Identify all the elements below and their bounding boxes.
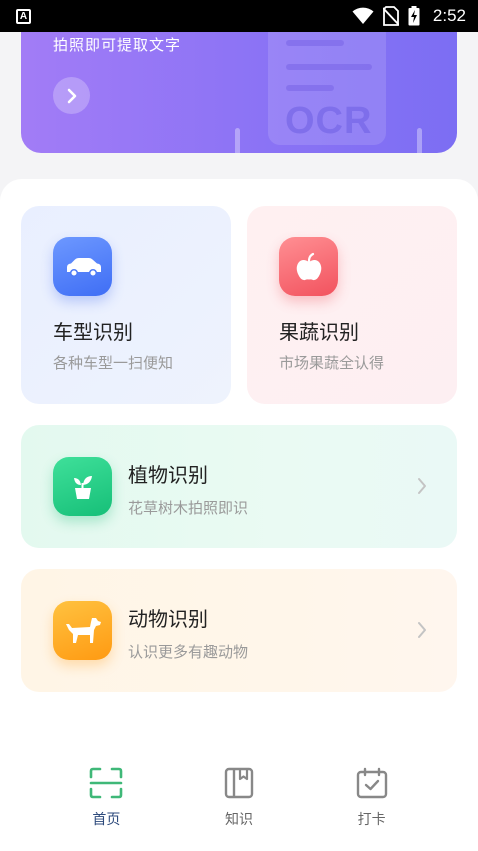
nav-item-home[interactable]: 首页 bbox=[66, 755, 146, 851]
plant-card-title: 植物识别 bbox=[128, 463, 208, 487]
car-icon-box bbox=[53, 237, 112, 296]
plant-card-desc: 花草树木拍照即识 bbox=[128, 499, 249, 517]
nav-item-knowledge[interactable]: 知识 bbox=[199, 755, 279, 851]
status-time: 2:52 bbox=[432, 6, 466, 25]
nav-label-knowledge: 知识 bbox=[224, 812, 253, 828]
no-sim-icon bbox=[382, 6, 399, 26]
battery-charging-icon bbox=[408, 6, 420, 26]
plant-icon-box bbox=[53, 457, 112, 516]
status-bar: A 2:52 bbox=[0, 0, 478, 32]
ocr-illustration-text: OCR bbox=[285, 100, 373, 142]
animal-card-desc: 认识更多有趣动物 bbox=[128, 643, 249, 661]
bottom-navigation: 首页 知识 打卡 bbox=[0, 755, 478, 851]
fruit-card-title: 果蔬识别 bbox=[279, 320, 359, 344]
plant-recognition-card[interactable]: 植物识别 花草树木拍照即识 bbox=[21, 425, 457, 548]
ocr-banner[interactable]: 拍照即可提取文字 OCR bbox=[21, 32, 457, 153]
animal-card-title: 动物识别 bbox=[128, 607, 208, 631]
decor-bar-left bbox=[235, 128, 240, 153]
chevron-right-icon bbox=[67, 88, 76, 103]
ocr-open-button[interactable] bbox=[53, 77, 90, 114]
chevron-right-icon bbox=[418, 478, 426, 494]
scan-icon bbox=[90, 767, 123, 799]
dog-icon bbox=[65, 617, 101, 643]
nav-item-checkin[interactable]: 打卡 bbox=[332, 755, 412, 851]
apple-icon-box bbox=[279, 237, 338, 296]
decor-bar-right bbox=[417, 128, 422, 153]
car-card-title: 车型识别 bbox=[53, 320, 133, 344]
app-notification-icon: A bbox=[16, 8, 31, 24]
car-card-desc: 各种车型一扫便知 bbox=[53, 354, 174, 372]
apple-icon bbox=[296, 252, 321, 280]
calendar-check-icon bbox=[356, 767, 387, 799]
fruit-recognition-card[interactable]: 果蔬识别 市场果蔬全认得 bbox=[247, 206, 457, 404]
car-recognition-card[interactable]: 车型识别 各种车型一扫便知 bbox=[21, 206, 231, 404]
ocr-document-illustration: OCR bbox=[268, 32, 386, 145]
animal-icon-box bbox=[53, 601, 112, 660]
wifi-icon bbox=[352, 7, 374, 24]
nav-label-checkin: 打卡 bbox=[357, 812, 386, 828]
status-right: 2:52 bbox=[352, 6, 466, 26]
ocr-subtitle: 拍照即可提取文字 bbox=[53, 36, 182, 54]
animal-recognition-card[interactable]: 动物识别 认识更多有趣动物 bbox=[21, 569, 457, 692]
car-icon bbox=[66, 257, 101, 277]
nav-label-home: 首页 bbox=[92, 812, 121, 828]
status-left: A bbox=[16, 8, 31, 24]
fruit-card-desc: 市场果蔬全认得 bbox=[279, 354, 385, 372]
plant-pot-icon bbox=[73, 475, 92, 499]
chevron-right-icon bbox=[418, 622, 426, 638]
book-icon bbox=[224, 767, 254, 799]
